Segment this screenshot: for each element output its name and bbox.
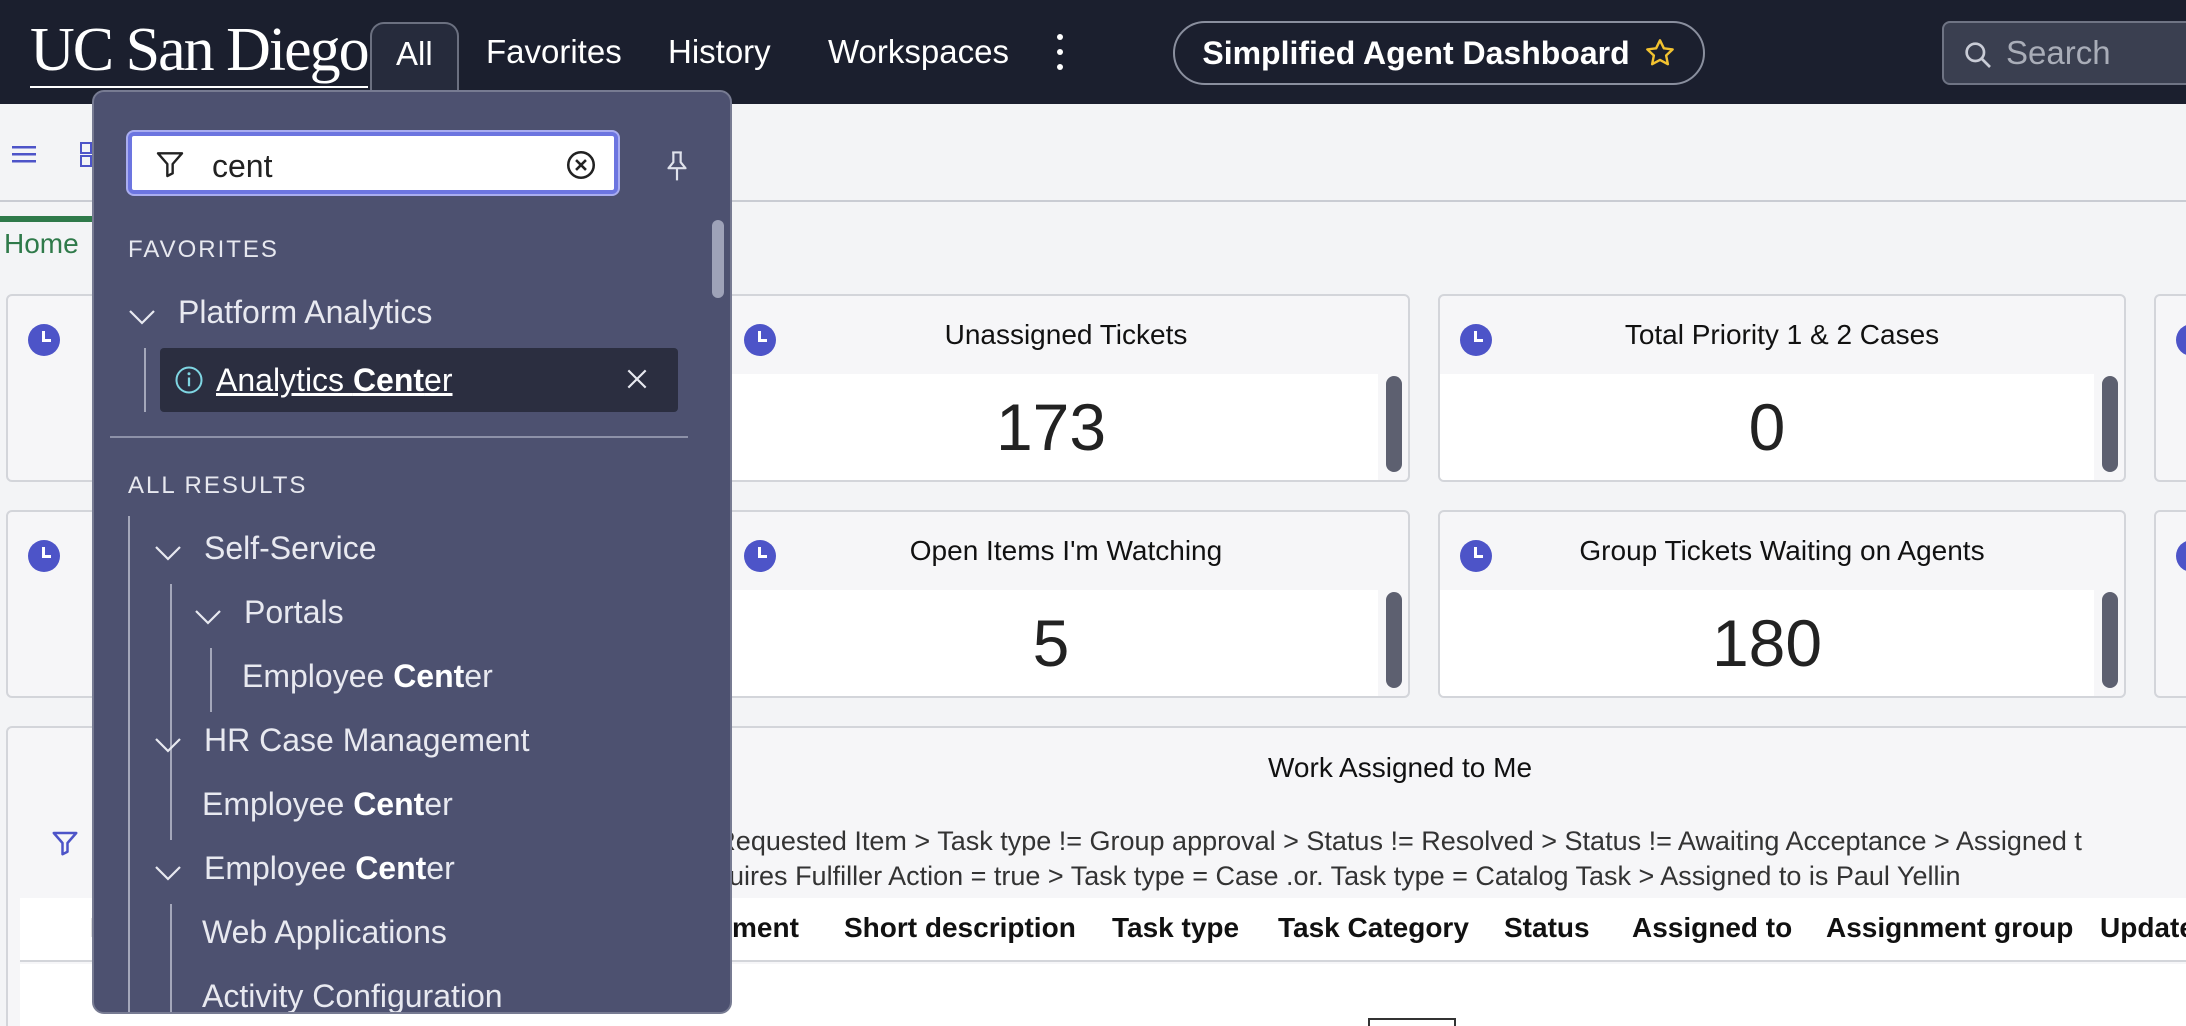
card-scrollbar[interactable] <box>1386 376 1402 472</box>
tree-guide-line <box>170 584 172 804</box>
tree-guide-line <box>170 776 172 840</box>
card-value: 173 <box>724 374 1378 480</box>
column-task-type[interactable]: Task type <box>1112 912 1239 944</box>
star-icon[interactable] <box>1644 37 1676 69</box>
clock-icon <box>744 324 776 356</box>
label-match: Cent <box>393 658 465 694</box>
column-assigned-to[interactable]: Assigned to <box>1632 912 1792 944</box>
column-status[interactable]: Status <box>1504 912 1590 944</box>
pin-icon[interactable] <box>662 150 692 184</box>
column-assignment[interactable]: ment <box>732 912 799 944</box>
card-group-tickets[interactable]: Group Tickets Waiting on Agents 180 <box>1438 510 2126 698</box>
info-icon <box>175 366 203 394</box>
result-self-service[interactable]: Self-Service <box>204 530 377 567</box>
filter-line-1[interactable]: pe != Requested Item > Task type != Grou… <box>648 824 2082 859</box>
chevron-down-icon[interactable] <box>154 544 182 562</box>
clock-icon <box>28 540 60 572</box>
card-value: 0 <box>1440 374 2094 480</box>
menu-filter-input[interactable]: cent <box>128 132 618 194</box>
card-title: Open Items I'm Watching <box>909 535 1223 566</box>
clear-icon[interactable] <box>564 148 598 182</box>
tree-guide-line <box>128 516 130 1012</box>
card-scrollbar[interactable] <box>2102 592 2118 688</box>
clock-icon <box>1460 540 1492 572</box>
chevron-down-icon[interactable] <box>128 308 156 326</box>
tree-guide-line <box>170 904 172 1012</box>
favorite-group-platform-analytics[interactable]: Platform Analytics <box>178 294 432 331</box>
tree-guide-line <box>210 648 212 712</box>
favorite-item-analytics-center[interactable]: Analytics Center <box>160 348 678 412</box>
card-scrollbar[interactable] <box>1386 592 1402 688</box>
chevron-down-icon[interactable] <box>154 736 182 754</box>
column-assignment-group[interactable]: Assignment group <box>1826 912 2073 944</box>
search-placeholder: Search <box>2006 34 2111 71</box>
favorites-section-label: FAVORITES <box>128 236 279 263</box>
filter-line-2[interactable]: or Requires Fulfiller Action = true > Ta… <box>648 859 2082 894</box>
global-search-input[interactable]: Search <box>1942 21 2186 85</box>
column-task-category[interactable]: Task Category <box>1278 912 1469 944</box>
label-text: Employee <box>242 658 394 694</box>
clock-icon <box>1460 324 1492 356</box>
result-employee-center-portal[interactable]: Employee Center <box>242 658 493 695</box>
breadcrumb-home[interactable]: Home <box>4 228 79 260</box>
filter-icon[interactable] <box>50 828 80 858</box>
dashboard-title-pill[interactable]: Simplified Agent Dashboard <box>1173 21 1705 85</box>
search-icon <box>1965 42 1991 68</box>
loading-placeholder <box>1368 1018 1456 1026</box>
tree-guide-line <box>144 348 146 412</box>
label-text: er <box>424 362 453 398</box>
label-match: Cent <box>353 786 425 822</box>
more-menu-icon[interactable] <box>1050 30 1070 74</box>
result-employee-center-hr[interactable]: Employee Center <box>202 786 453 823</box>
result-portals[interactable]: Portals <box>244 594 344 631</box>
label-match: Cent <box>355 850 427 886</box>
column-short-description[interactable]: Short description <box>844 912 1076 944</box>
clock-icon <box>744 540 776 572</box>
card-watching-items[interactable]: Open Items I'm Watching 5 <box>722 510 1410 698</box>
all-results-section-label: ALL RESULTS <box>128 472 308 499</box>
hamburger-menu-icon[interactable] <box>12 144 38 166</box>
card-value: 180 <box>1440 590 2094 696</box>
remove-favorite-icon[interactable] <box>624 366 650 392</box>
label-text: Employee <box>202 786 354 822</box>
label-match: Cent <box>352 362 425 398</box>
card-hidden-right-2 <box>2154 510 2186 698</box>
card-unassigned-tickets[interactable]: Unassigned Tickets 173 <box>722 294 1410 482</box>
work-panel-title: Work Assigned to Me <box>1268 752 1533 783</box>
clock-icon <box>2176 540 2186 572</box>
all-menu-dropdown: cent FAVORITES Platform Analytics Analyt… <box>92 90 732 1014</box>
card-title: Total Priority 1 & 2 Cases <box>1624 319 1940 350</box>
menu-scrollbar[interactable] <box>712 220 724 298</box>
column-updated[interactable]: Update <box>2100 912 2186 944</box>
menu-filter-value[interactable]: cent <box>212 148 272 185</box>
dashboard-title: Simplified Agent Dashboard <box>1202 34 1630 71</box>
ucsd-logo[interactable]: UC San Diego <box>30 14 370 88</box>
label-text: er <box>464 658 493 694</box>
tab-workspaces[interactable]: Workspaces <box>804 22 1033 104</box>
chevron-down-icon[interactable] <box>194 608 222 626</box>
filter-breadcrumbs[interactable]: pe != Requested Item > Task type != Grou… <box>648 824 2082 894</box>
result-activity-configuration[interactable]: Activity Configuration <box>202 978 503 1012</box>
section-divider <box>110 436 688 438</box>
favorite-item-label[interactable]: Analytics Center <box>216 362 453 399</box>
card-priority-cases[interactable]: Total Priority 1 & 2 Cases 0 <box>1438 294 2126 482</box>
top-header: UC San Diego All Favorites History Works… <box>0 0 2186 104</box>
result-hr-case-management[interactable]: HR Case Management <box>204 722 529 759</box>
label-text: er <box>426 850 455 886</box>
clock-icon <box>28 324 60 356</box>
label-text: Analytics <box>216 362 353 398</box>
card-value: 5 <box>724 590 1378 696</box>
home-tab-indicator <box>0 216 95 222</box>
result-web-applications[interactable]: Web Applications <box>202 914 447 951</box>
label-text: er <box>424 786 453 822</box>
card-title: Group Tickets Waiting on Agents <box>1579 535 1985 566</box>
clock-icon <box>2176 324 2186 356</box>
card-scrollbar[interactable] <box>2102 376 2118 472</box>
label-text: Employee <box>204 850 356 886</box>
filter-icon <box>156 152 184 178</box>
chevron-down-icon[interactable] <box>154 864 182 882</box>
card-title: Unassigned Tickets <box>944 319 1188 350</box>
result-employee-center-group[interactable]: Employee Center <box>204 850 455 887</box>
card-hidden-right-1 <box>2154 294 2186 482</box>
